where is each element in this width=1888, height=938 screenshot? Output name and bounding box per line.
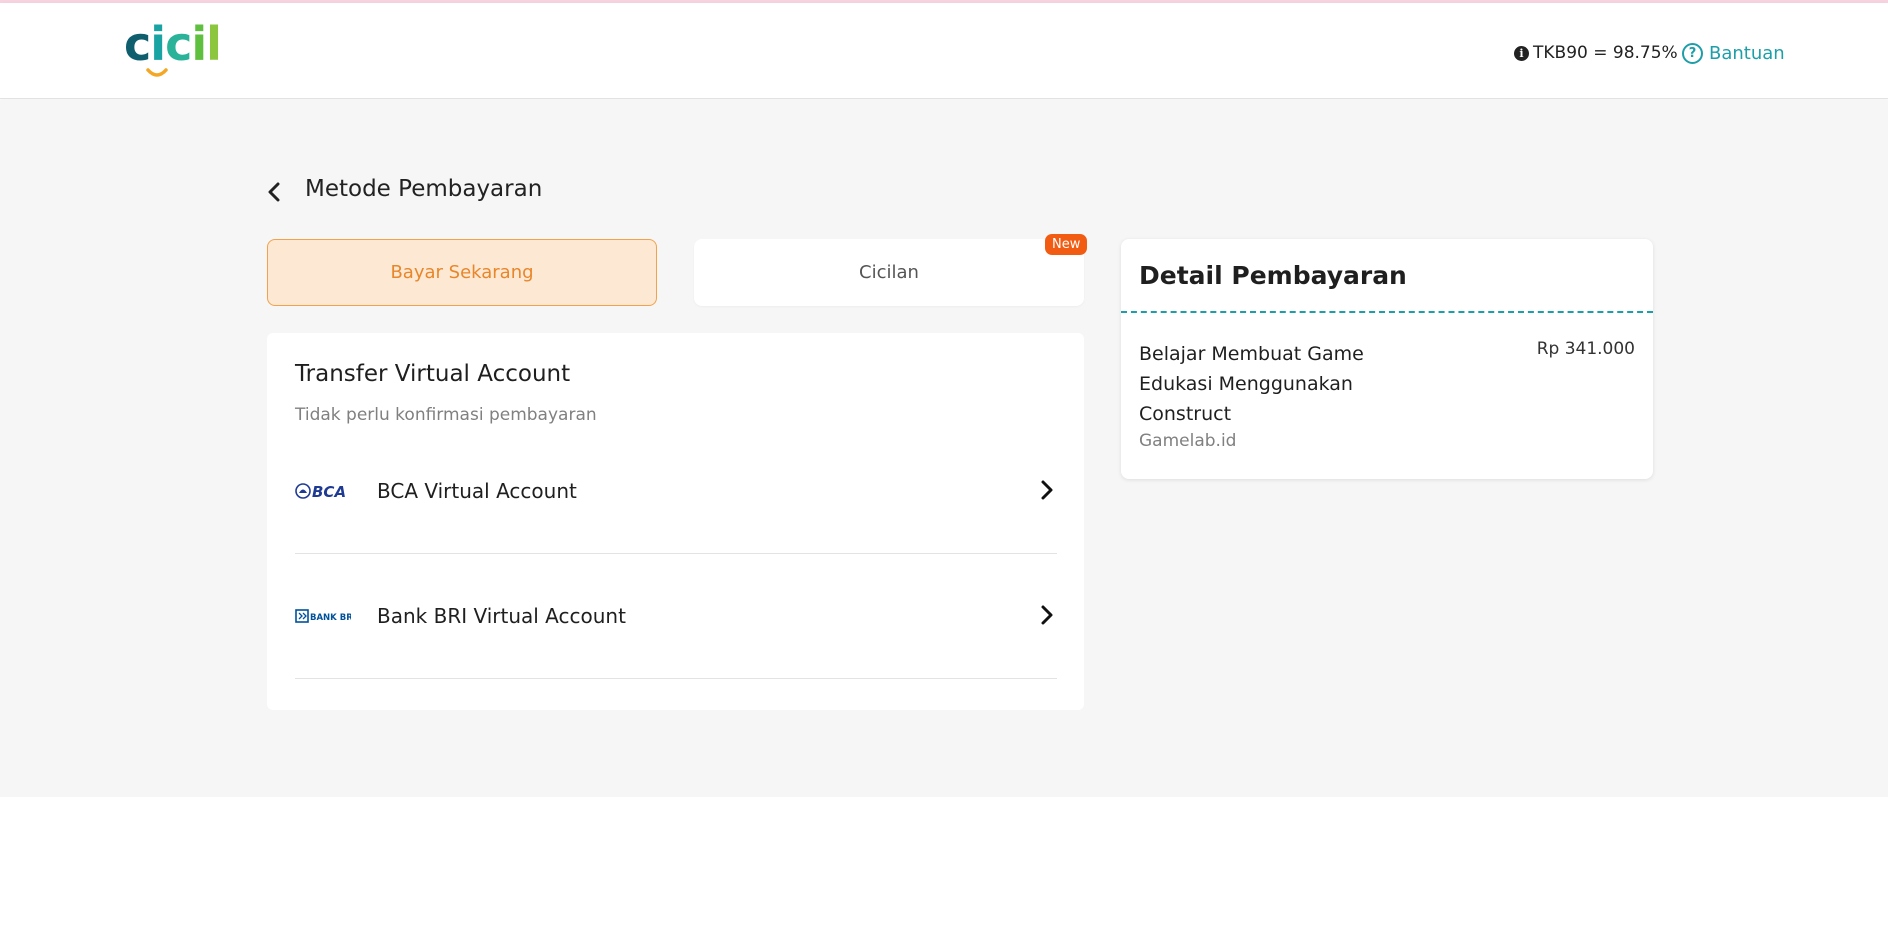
section-subtitle: Tidak perlu konfirmasi pembayaran [295, 405, 597, 425]
logo-wordmark: cicil [124, 17, 222, 71]
back-button[interactable] [262, 180, 286, 204]
cicil-logo[interactable]: cicil [124, 21, 224, 83]
logo-smile-icon [146, 68, 168, 77]
bri-logo: BANK BRI [295, 606, 351, 626]
tab-label: Bayar Sekarang [390, 262, 534, 283]
help-link[interactable]: ? Bantuan [1682, 41, 1785, 65]
app-header: cicil i TKB90 = 98.75% ? Bantuan [0, 3, 1888, 99]
chevron-left-icon [268, 182, 280, 202]
svg-text:BCA: BCA [312, 483, 346, 501]
chevron-right-icon [1037, 477, 1057, 503]
main-content: Metode Pembayaran Bayar Sekarang Cicilan… [0, 100, 1888, 797]
tab-bayar-sekarang[interactable]: Bayar Sekarang [267, 239, 657, 306]
bank-name: BCA Virtual Account [377, 479, 577, 503]
new-badge: New [1045, 234, 1088, 255]
section-title: Transfer Virtual Account [295, 361, 571, 387]
item-price: Rp 341.000 [1536, 339, 1635, 359]
info-icon: i [1514, 45, 1529, 61]
detail-title: Detail Pembayaran [1139, 261, 1407, 290]
bri-virtual-account-option[interactable]: BANK BRI Bank BRI Virtual Account [295, 554, 1057, 679]
tab-label: Cicilan [859, 262, 919, 283]
bca-logo: BCA [295, 481, 351, 501]
question-circle-icon: ? [1682, 42, 1703, 64]
dashed-divider [1121, 311, 1653, 313]
page-title: Metode Pembayaran [305, 176, 543, 202]
bank-name: Bank BRI Virtual Account [377, 604, 626, 628]
tab-cicilan[interactable]: Cicilan [694, 239, 1084, 306]
payment-detail-card: Detail Pembayaran Belajar Membuat Game E… [1121, 239, 1653, 479]
help-label: Bantuan [1709, 42, 1785, 64]
bca-virtual-account-option[interactable]: BCA BCA Virtual Account [295, 429, 1057, 554]
svg-text:BANK BRI: BANK BRI [310, 613, 351, 623]
item-name: Belajar Membuat Game Edukasi Menggunakan… [1139, 343, 1364, 425]
tkb-indicator: i TKB90 = 98.75% [1514, 41, 1678, 65]
chevron-right-icon [1037, 602, 1057, 628]
tkb-text: TKB90 = 98.75% [1533, 43, 1678, 63]
virtual-account-card: Transfer Virtual Account Tidak perlu kon… [267, 333, 1084, 710]
item-merchant: Gamelab.id [1139, 431, 1237, 451]
